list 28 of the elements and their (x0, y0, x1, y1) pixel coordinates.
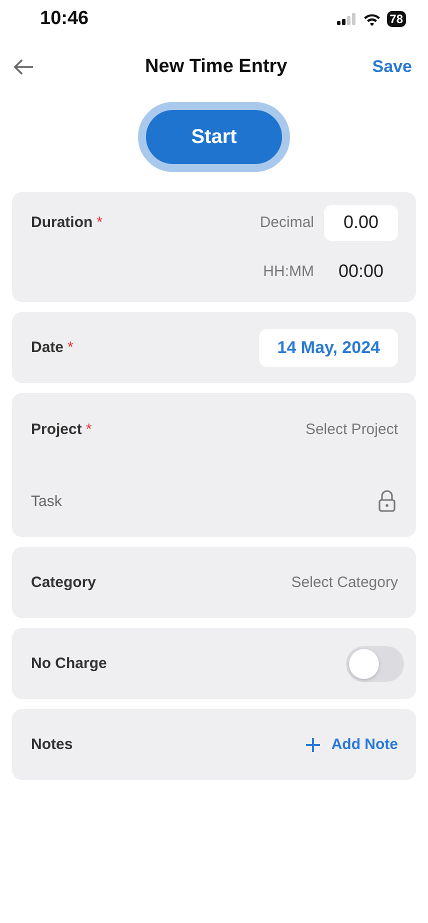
required-mark: * (68, 339, 74, 356)
format-label: Decimal (260, 214, 314, 231)
date-picker[interactable]: 14 May, 2024 (259, 328, 398, 366)
battery-icon: 78 (386, 11, 406, 27)
required-mark: * (96, 214, 103, 231)
duration-value: 00:00 (337, 261, 385, 282)
wifi-icon (362, 12, 381, 26)
status-time: 10:46 (40, 8, 89, 30)
category-picker[interactable]: Select Category (291, 574, 404, 591)
format-label: HH:MM (263, 263, 314, 280)
duration-input[interactable]: 0.00 (324, 204, 398, 240)
field-label: No Charge (31, 655, 107, 672)
screen-title: New Time Entry (145, 56, 288, 78)
back-arrow-icon[interactable] (14, 59, 34, 75)
save-button[interactable]: Save (368, 53, 416, 81)
start-button[interactable]: Start (138, 102, 290, 172)
signal-icon (336, 13, 357, 25)
project-picker[interactable]: Select Project (305, 420, 404, 438)
field-label: Project (31, 420, 82, 438)
add-note-button[interactable]: Add Note (305, 736, 404, 753)
field-label: Duration (31, 214, 93, 231)
plus-icon (305, 736, 322, 752)
toggle-switch[interactable] (346, 646, 404, 682)
field-label: Notes (31, 736, 73, 753)
required-mark: * (86, 420, 92, 438)
field-label: Category (31, 574, 96, 591)
task-label: Task (31, 492, 62, 510)
field-label: Date (31, 339, 64, 356)
